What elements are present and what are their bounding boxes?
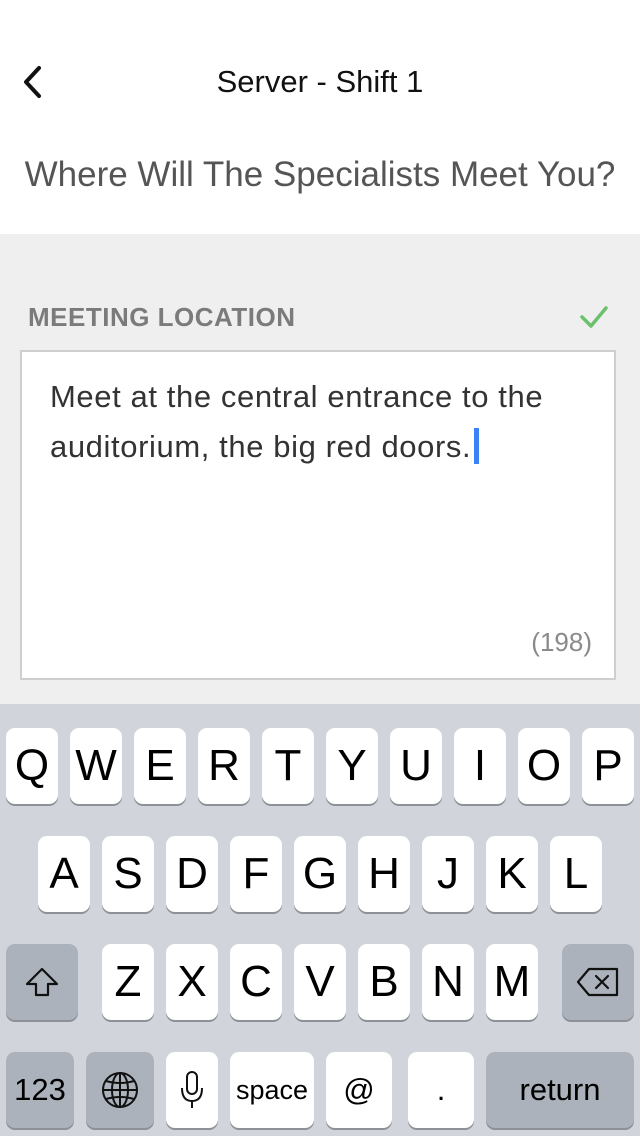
checkmark-icon xyxy=(580,306,608,328)
key-l[interactable]: L xyxy=(550,836,602,912)
meeting-location-label: MEETING LOCATION xyxy=(28,302,296,332)
key-y[interactable]: Y xyxy=(326,728,378,804)
key-a[interactable]: A xyxy=(38,836,90,912)
key-m[interactable]: M xyxy=(486,944,538,1020)
delete-key[interactable] xyxy=(562,944,634,1020)
key-c[interactable]: C xyxy=(230,944,282,1020)
numbers-key[interactable]: 123 xyxy=(6,1052,74,1128)
keyboard: Q W E R T Y U I O P A S D F G H J K L Z … xyxy=(0,704,640,1136)
space-key[interactable]: space xyxy=(230,1052,314,1128)
key-x[interactable]: X xyxy=(166,944,218,1020)
key-r[interactable]: R xyxy=(198,728,250,804)
microphone-icon xyxy=(181,1071,203,1108)
character-count: (198) xyxy=(531,627,592,657)
key-f[interactable]: F xyxy=(230,836,282,912)
key-v[interactable]: V xyxy=(294,944,346,1020)
return-key[interactable]: return xyxy=(486,1052,634,1128)
meeting-location-textarea[interactable]: Meet at the central entrance to the audi… xyxy=(20,350,616,680)
globe-key[interactable] xyxy=(86,1052,154,1128)
key-p[interactable]: P xyxy=(582,728,634,804)
header: Server - Shift 1 Where Will The Speciali… xyxy=(0,0,640,234)
backspace-icon xyxy=(576,967,619,997)
key-z[interactable]: Z xyxy=(102,944,154,1020)
page-question: Where Will The Specialists Meet You? xyxy=(24,155,616,194)
textarea-value: Meet at the central entrance to the audi… xyxy=(50,379,544,464)
key-k[interactable]: K xyxy=(486,836,538,912)
key-t[interactable]: T xyxy=(262,728,314,804)
dictation-key[interactable] xyxy=(166,1052,218,1128)
key-n[interactable]: N xyxy=(422,944,474,1020)
key-o[interactable]: O xyxy=(518,728,570,804)
nav-title: Server - Shift 1 xyxy=(216,64,424,99)
textarea-content: Meet at the central entrance to the audi… xyxy=(50,372,590,472)
key-s[interactable]: S xyxy=(102,836,154,912)
shift-icon xyxy=(25,967,59,997)
globe-icon xyxy=(102,1072,138,1108)
period-key[interactable]: . xyxy=(408,1052,474,1128)
key-i[interactable]: I xyxy=(454,728,506,804)
key-d[interactable]: D xyxy=(166,836,218,912)
at-key[interactable]: @ xyxy=(326,1052,392,1128)
key-g[interactable]: G xyxy=(294,836,346,912)
text-cursor xyxy=(474,428,480,464)
key-b[interactable]: B xyxy=(358,944,410,1020)
key-u[interactable]: U xyxy=(390,728,442,804)
form-area: MEETING LOCATION Meet at the central ent… xyxy=(0,234,640,704)
key-w[interactable]: W xyxy=(70,728,122,804)
key-q[interactable]: Q xyxy=(6,728,58,804)
key-j[interactable]: J xyxy=(422,836,474,912)
key-e[interactable]: E xyxy=(134,728,186,804)
key-h[interactable]: H xyxy=(358,836,410,912)
shift-key[interactable] xyxy=(6,944,78,1020)
